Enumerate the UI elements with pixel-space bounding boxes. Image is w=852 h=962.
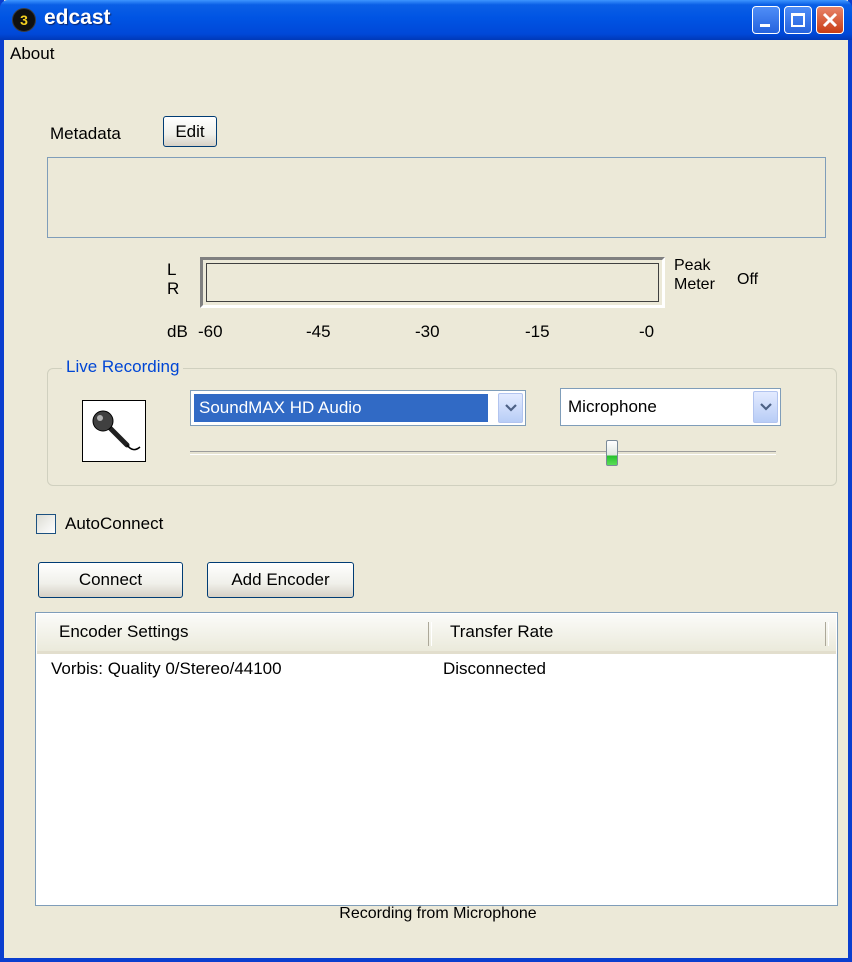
peak-meter-bar bbox=[206, 263, 659, 302]
autoconnect-checkbox[interactable] bbox=[36, 514, 56, 534]
meter-left-channel-label: L bbox=[167, 260, 177, 279]
add-encoder-button[interactable]: Add Encoder bbox=[207, 562, 354, 598]
microphone-icon bbox=[92, 410, 141, 451]
audio-source-select[interactable]: Microphone bbox=[560, 388, 781, 426]
encoder-settings-cell: Vorbis: Quality 0/Stereo/44100 bbox=[51, 659, 282, 678]
encoder-list-header: Encoder Settings Transfer Rate bbox=[37, 614, 836, 654]
close-button[interactable] bbox=[816, 6, 844, 34]
db-label: dB bbox=[167, 322, 188, 341]
chevron-down-icon bbox=[505, 404, 517, 412]
scale-tick-0: -0 bbox=[639, 322, 655, 341]
edcast-app-icon: 3 bbox=[12, 8, 36, 32]
column-header-transfer-rate[interactable]: Transfer Rate bbox=[450, 622, 553, 642]
encoder-list[interactable]: Encoder Settings Transfer Rate Vorbis: Q… bbox=[35, 612, 838, 906]
menu-about[interactable]: About bbox=[10, 44, 54, 64]
meter-right-channel-label: R bbox=[167, 279, 180, 298]
chevron-down-icon bbox=[760, 403, 772, 411]
metadata-label: Metadata bbox=[50, 124, 121, 143]
connect-button[interactable]: Connect bbox=[38, 562, 183, 598]
column-divider[interactable] bbox=[428, 622, 432, 646]
peak-label-line2: Meter bbox=[674, 276, 715, 293]
transfer-rate-cell: Disconnected bbox=[443, 659, 547, 678]
maximize-icon bbox=[791, 13, 805, 27]
device-select-value: SoundMAX HD Audio bbox=[199, 398, 362, 417]
metadata-display bbox=[47, 157, 826, 238]
minimize-icon bbox=[760, 24, 770, 27]
source-select-dropdown-button[interactable] bbox=[753, 391, 778, 423]
peak-label-line1: Peak bbox=[674, 257, 711, 274]
minimize-button[interactable] bbox=[752, 6, 780, 34]
maximize-button[interactable] bbox=[784, 6, 812, 34]
column-header-encoder-settings[interactable]: Encoder Settings bbox=[59, 622, 188, 642]
microphone-toggle-button[interactable] bbox=[82, 400, 146, 462]
volume-slider-thumb[interactable] bbox=[605, 440, 618, 466]
title-bar[interactable]: 3 edcast bbox=[0, 0, 852, 40]
device-select-dropdown-button[interactable] bbox=[498, 393, 523, 423]
column-divider[interactable] bbox=[825, 622, 829, 646]
autoconnect-label[interactable]: AutoConnect bbox=[65, 514, 163, 534]
live-recording-group bbox=[47, 368, 837, 486]
scale-tick-30: -30 bbox=[415, 322, 440, 341]
scale-tick-15: -15 bbox=[525, 322, 550, 341]
edit-metadata-button[interactable]: Edit bbox=[163, 116, 217, 147]
table-row[interactable]: Vorbis: Quality 0/Stereo/44100 Disconnec… bbox=[37, 659, 836, 683]
peak-meter bbox=[200, 257, 665, 308]
volume-slider-track[interactable] bbox=[190, 451, 776, 455]
close-icon bbox=[822, 12, 838, 28]
menu-bar: About bbox=[4, 40, 848, 70]
live-recording-label: Live Recording bbox=[62, 357, 184, 377]
scale-tick-45: -45 bbox=[306, 322, 331, 341]
window-title: edcast bbox=[44, 6, 111, 29]
source-select-value: Microphone bbox=[568, 397, 657, 416]
peak-meter-toggle[interactable]: Off bbox=[737, 271, 758, 289]
scale-tick-60: -60 bbox=[198, 322, 223, 341]
peak-meter-label: Peak Meter bbox=[674, 256, 715, 294]
status-text: Recording from Microphone bbox=[339, 905, 537, 922]
audio-device-select[interactable]: SoundMAX HD Audio bbox=[190, 390, 526, 426]
